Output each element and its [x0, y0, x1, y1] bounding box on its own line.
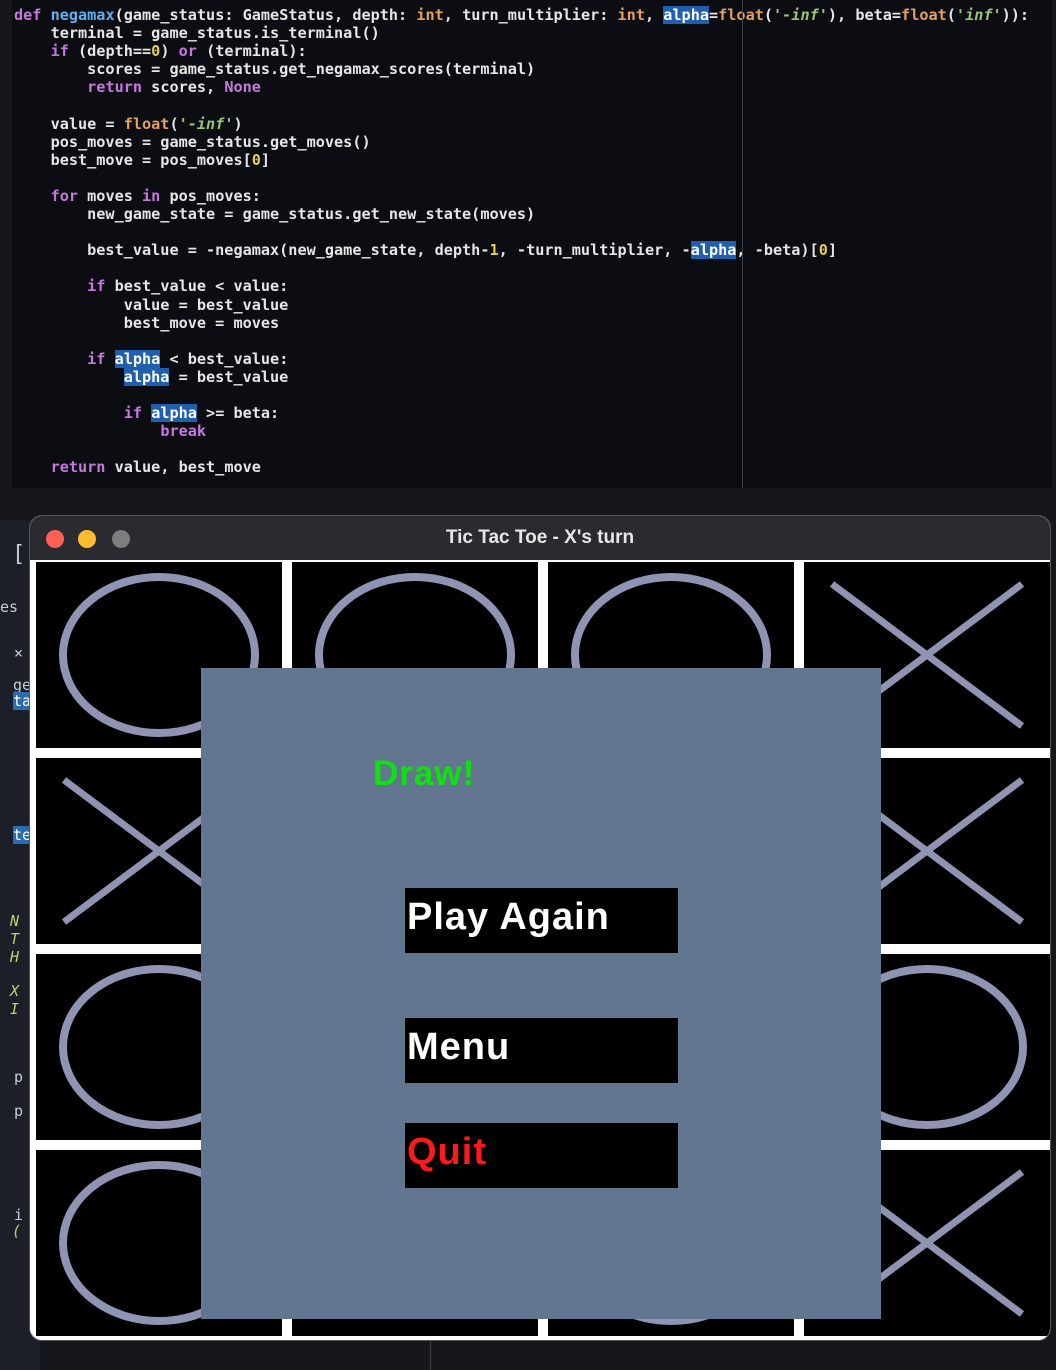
bg-fragment: ( [12, 1222, 22, 1240]
code-editor[interactable]: def negamax(game_status: GameStatus, dep… [12, 0, 1052, 488]
bg-fragment: [ [12, 542, 26, 567]
game-window: Tic Tac Toe - X's turn Draw! Play Again … [30, 516, 1050, 1340]
divider [430, 1340, 431, 1370]
indent-guide [742, 0, 743, 488]
code-text[interactable]: def negamax(game_status: GameStatus, dep… [12, 0, 1052, 476]
bg-fragment: ta [13, 692, 32, 710]
bg-fragment: te [13, 826, 32, 844]
quit-button[interactable]: Quit [405, 1123, 678, 1188]
bg-fragment: p [14, 1068, 24, 1086]
game-over-dialog: Draw! Play Again Menu Quit [201, 668, 881, 1319]
bg-fragment: H [10, 948, 20, 966]
bg-fragment: N [10, 912, 20, 930]
play-again-button[interactable]: Play Again [405, 888, 678, 953]
bg-fragment: × [14, 644, 24, 662]
game-result-label: Draw! [373, 754, 476, 793]
divider [0, 488, 1056, 510]
bg-fragment: T [10, 930, 20, 948]
bg-fragment: p [14, 1102, 24, 1120]
bg-fragment: es [0, 598, 19, 616]
title-bar[interactable]: Tic Tac Toe - X's turn [30, 516, 1050, 561]
window-title: Tic Tac Toe - X's turn [445, 527, 635, 548]
bg-fragment: X [10, 982, 20, 1000]
menu-button[interactable]: Menu [405, 1018, 678, 1083]
bg-fragment: I [10, 1000, 20, 1018]
